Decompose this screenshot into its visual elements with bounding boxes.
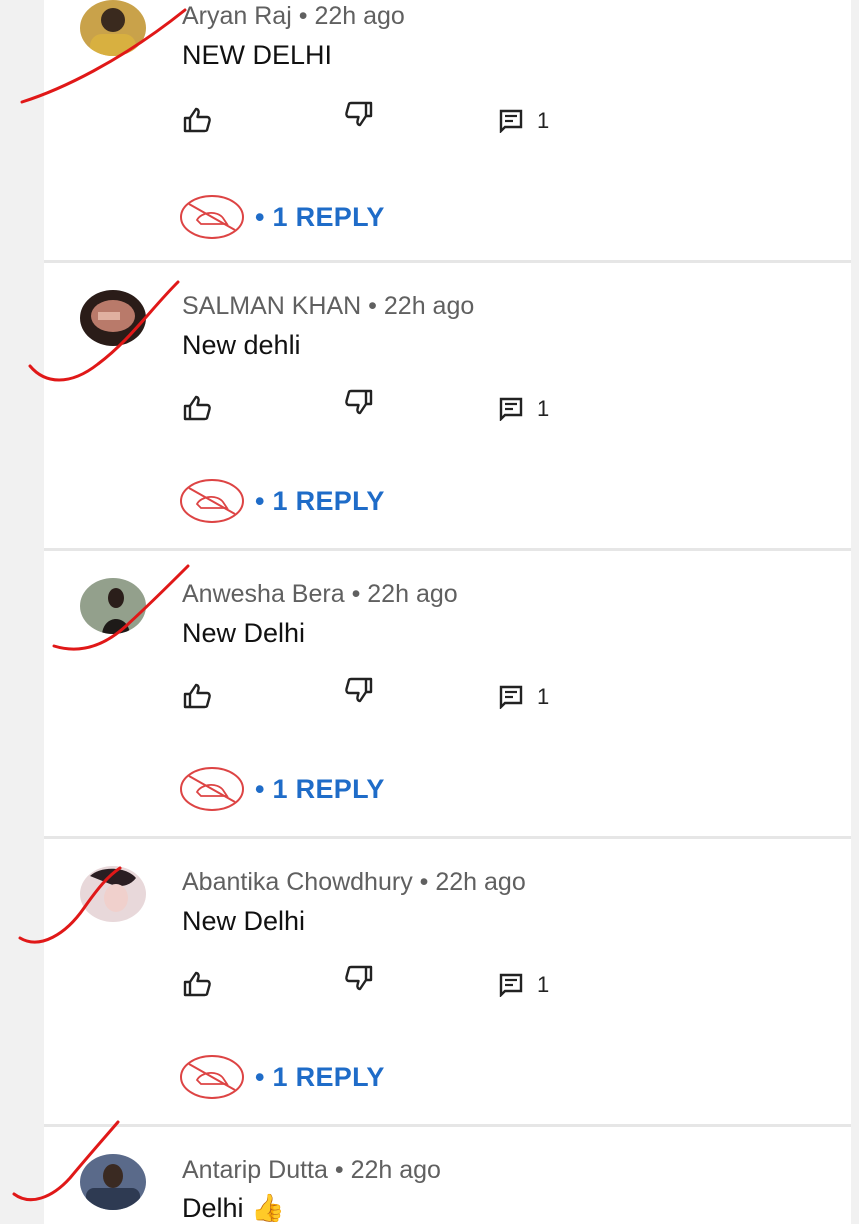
comment-meta: Anwesha Bera • 22h ago — [182, 580, 458, 609]
comment-text: New Delhi — [182, 906, 306, 936]
comment-meta: SALMAN KHAN • 22h ago — [182, 292, 474, 321]
dislike-button[interactable] — [344, 388, 374, 416]
comment-time: 22h ago — [435, 868, 526, 896]
page-right-margin — [851, 0, 859, 1224]
comment-item: Aryan Raj • 22h ago NEW DELHI 1 • 1 REPL… — [44, 0, 851, 263]
comment-item: SALMAN KHAN • 22h ago New dehli 1 • 1 RE… — [44, 260, 851, 551]
view-replies-button[interactable]: • 1 REPLY — [179, 1054, 385, 1100]
hidden-avatar-icon — [180, 479, 244, 523]
comment-icon — [499, 973, 523, 997]
replies-label[interactable]: • 1 REPLY — [255, 774, 385, 805]
meta-separator: • — [368, 292, 377, 320]
meta-separator: • — [351, 580, 361, 608]
reply-count: 1 — [537, 108, 550, 133]
meta-separator: • — [419, 868, 429, 896]
meta-separator: • — [334, 1156, 344, 1184]
comment-item: Abantika Chowdhury • 22h ago New Delhi 1… — [44, 836, 851, 1127]
comment-text: New dehli — [182, 330, 301, 360]
thumbs-up-icon — [183, 683, 211, 709]
replies-label[interactable]: • 1 REPLY — [255, 486, 385, 517]
author-name[interactable]: Anwesha Bera — [182, 580, 345, 608]
author-name[interactable]: Antarip Dutta — [182, 1156, 328, 1184]
like-button[interactable] — [182, 394, 212, 422]
meta-separator: • — [298, 2, 308, 30]
comment-icon — [499, 397, 523, 421]
comment-time: 22h ago — [314, 2, 405, 30]
reply-count: 1 — [537, 396, 550, 421]
comment-item: Anwesha Bera • 22h ago New Delhi 1 • 1 R… — [44, 548, 851, 839]
comment-icon — [499, 109, 523, 133]
dislike-button[interactable] — [344, 676, 374, 704]
reply-button[interactable]: 1 — [499, 396, 549, 422]
author-name[interactable]: Aryan Raj — [182, 2, 292, 30]
hidden-avatar-icon — [180, 195, 244, 239]
thumbs-down-icon — [345, 101, 373, 127]
comment-meta: Antarip Dutta • 22h ago — [182, 1156, 441, 1185]
reply-count: 1 — [537, 684, 550, 709]
comment-list: Aryan Raj • 22h ago NEW DELHI 1 • 1 REPL… — [44, 0, 851, 1224]
reply-count: 1 — [537, 972, 550, 997]
comment-meta: Abantika Chowdhury • 22h ago — [182, 868, 526, 897]
view-replies-button[interactable]: • 1 REPLY — [179, 478, 385, 524]
like-button[interactable] — [182, 970, 212, 998]
thumbs-down-icon — [345, 677, 373, 703]
thumbs-up-icon — [183, 395, 211, 421]
avatar[interactable] — [80, 0, 146, 56]
page-left-margin — [0, 0, 44, 1224]
comment-text-content: Delhi — [182, 1193, 244, 1223]
replies-label[interactable]: • 1 REPLY — [255, 202, 385, 233]
hidden-avatar-icon — [180, 767, 244, 811]
thumbs-up-icon — [183, 971, 211, 997]
like-button[interactable] — [182, 106, 212, 134]
reply-button[interactable]: 1 — [499, 684, 549, 710]
avatar[interactable] — [80, 866, 146, 922]
dislike-button[interactable] — [344, 964, 374, 992]
reply-button[interactable]: 1 — [499, 972, 549, 998]
hidden-avatar-icon — [180, 1055, 244, 1099]
avatar[interactable] — [80, 578, 146, 634]
author-name[interactable]: SALMAN KHAN — [182, 292, 361, 320]
comment-text: New Delhi — [182, 618, 306, 648]
thumbs-up-icon — [183, 107, 211, 133]
like-button[interactable] — [182, 682, 212, 710]
comment-text: NEW DELHI — [182, 40, 333, 70]
thumbs-down-icon — [345, 389, 373, 415]
comment-time: 22h ago — [350, 1156, 441, 1184]
author-name[interactable]: Abantika Chowdhury — [182, 868, 413, 896]
comment-time: 22h ago — [383, 292, 475, 320]
view-replies-button[interactable]: • 1 REPLY — [179, 194, 385, 240]
comment-text: Delhi 👍 — [182, 1192, 285, 1224]
avatar[interactable] — [80, 1154, 146, 1210]
avatar[interactable] — [80, 290, 146, 346]
comment-meta: Aryan Raj • 22h ago — [182, 2, 405, 31]
dislike-button[interactable] — [344, 100, 374, 128]
comment-item: Antarip Dutta • 22h ago Delhi 👍 — [44, 1124, 851, 1224]
comment-icon — [499, 685, 523, 709]
comment-time: 22h ago — [367, 580, 458, 608]
reply-button[interactable]: 1 — [499, 108, 549, 134]
thumbs-down-icon — [345, 965, 373, 991]
replies-label[interactable]: • 1 REPLY — [255, 1062, 385, 1093]
thumbs-up-emoji-icon: 👍 — [251, 1193, 285, 1223]
view-replies-button[interactable]: • 1 REPLY — [179, 766, 385, 812]
